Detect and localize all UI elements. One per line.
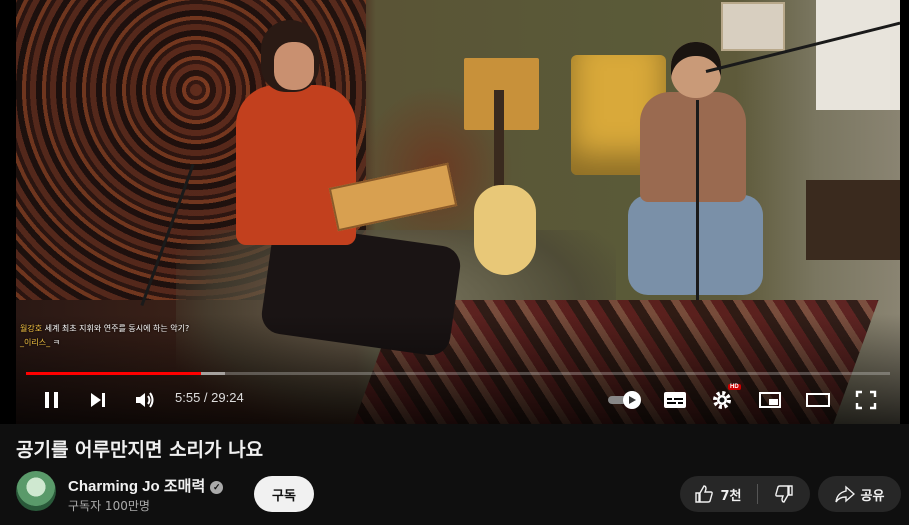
subscribe-button[interactable]: 구독: [254, 476, 314, 512]
share-button[interactable]: 공유: [818, 476, 901, 512]
scene-sign: [721, 2, 785, 51]
scene-shelf: [806, 180, 900, 260]
scene-guitar: [474, 185, 536, 275]
time-display: 5:55 / 29:24: [175, 390, 244, 405]
chat-user: 월강호: [20, 324, 43, 333]
subscriber-count: 구독자 100만명: [68, 499, 150, 513]
dislike-button[interactable]: [758, 476, 810, 512]
share-icon: [834, 485, 855, 503]
chat-text: 세계 최초 지휘와 연주를 동시에 하는 악기?: [44, 324, 190, 333]
next-icon: [91, 393, 105, 407]
hd-badge: HD: [728, 384, 741, 390]
verified-icon: ✓: [210, 481, 224, 494]
channel-name-link[interactable]: Charming Jo 조매력 ✓: [68, 475, 224, 496]
fullscreen-icon: [855, 390, 877, 410]
autoplay-toggle[interactable]: [604, 380, 644, 420]
pause-button[interactable]: [36, 380, 68, 420]
settings-icon: [713, 391, 731, 409]
captions-button[interactable]: [658, 380, 692, 420]
chat-user: _이리스_: [20, 338, 51, 347]
scene-performer-face: [274, 42, 314, 90]
autoplay-toggle-icon: [608, 391, 641, 409]
miniplayer-icon: [759, 392, 781, 408]
theater-button[interactable]: [801, 380, 835, 420]
progress-played: [26, 372, 201, 375]
like-icon: [695, 485, 714, 503]
pause-icon: [45, 392, 58, 408]
chat-text: ㅋ: [52, 338, 61, 347]
progress-bar[interactable]: [26, 372, 890, 375]
video-player[interactable]: 월강호 세계 최초 지휘와 연주를 동시에 하는 악기? _이리스_ ㅋ 5:5…: [0, 0, 909, 424]
next-button[interactable]: [82, 380, 114, 420]
scene-guitar-neck: [494, 90, 504, 190]
scene-listener: [640, 92, 746, 202]
miniplayer-button[interactable]: [753, 380, 787, 420]
channel-name: Charming Jo 조매력: [68, 478, 206, 495]
like-button[interactable]: 7천: [680, 476, 756, 512]
chat-message: 월강호 세계 최초 지휘와 연주를 동시에 하는 악기?: [20, 322, 189, 336]
chat-message: _이리스_ ㅋ: [20, 336, 189, 350]
chat-overlay: 월강호 세계 최초 지휘와 연주를 동시에 하는 악기? _이리스_ ㅋ: [20, 322, 189, 350]
fullscreen-button[interactable]: [849, 380, 883, 420]
volume-icon: [136, 392, 154, 408]
like-count: 7천: [720, 488, 742, 504]
share-label: 공유: [860, 488, 885, 504]
like-dislike-group: 7천: [680, 476, 810, 512]
scene-mic-stand: [696, 100, 699, 300]
video-title: 공기를 어루만지면 소리가 나요: [16, 439, 264, 461]
theater-icon: [806, 393, 830, 407]
scene-poster: [816, 0, 900, 110]
dislike-icon: [775, 485, 793, 503]
volume-button[interactable]: [128, 380, 162, 420]
player-controls: 5:55 / 29:24 HD: [0, 380, 909, 420]
channel-avatar[interactable]: [16, 471, 56, 511]
captions-icon: [664, 392, 686, 408]
